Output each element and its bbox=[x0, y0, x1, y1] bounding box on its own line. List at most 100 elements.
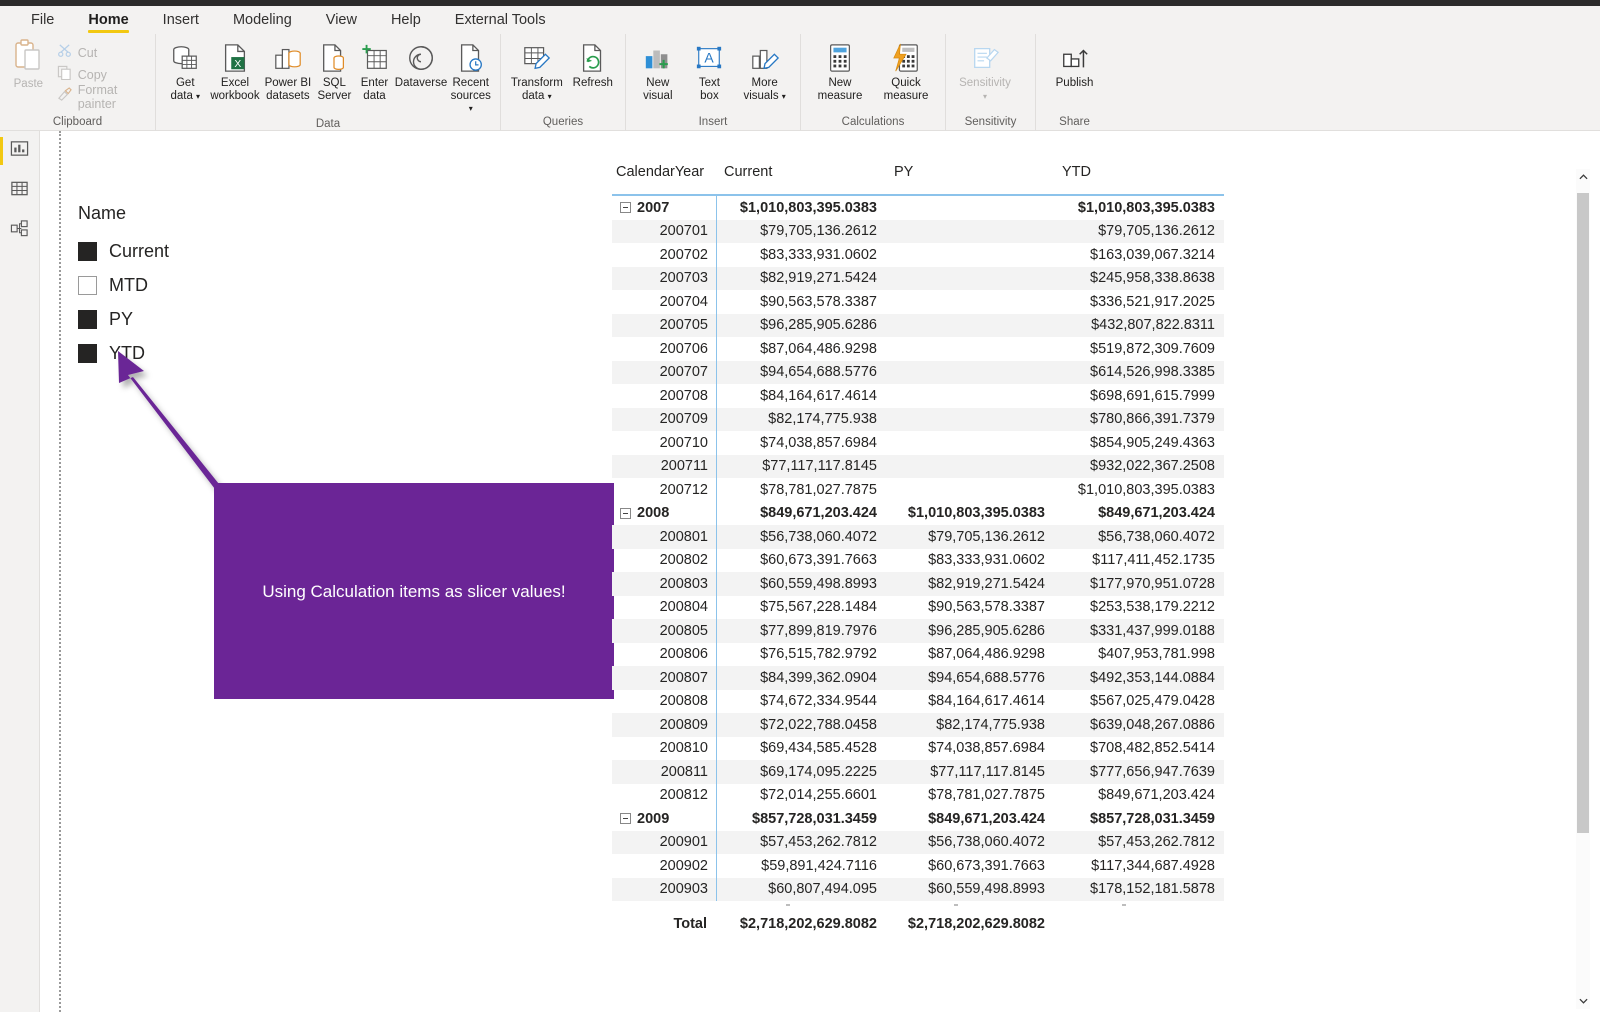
matrix-month-row[interactable]: 200808 $74,672,334.9544 $84,164,617.4614 $5… bbox=[612, 690, 1224, 714]
column-header-ytd[interactable]: YTD bbox=[1054, 160, 1224, 180]
matrix-month-row[interactable]: 200704 $90,563,578.3387 $336,521,917.2025 bbox=[612, 290, 1224, 314]
ribbon-tab-file[interactable]: File bbox=[14, 6, 71, 34]
matrix-month-row[interactable]: 200812 $72,014,255.6601 $78,781,027.7875 $8… bbox=[612, 784, 1224, 808]
ribbon-group-label-share: Share bbox=[1059, 116, 1090, 128]
slicer-checkbox-ytd[interactable] bbox=[78, 343, 97, 363]
sensitivity-button[interactable]: Sensitivity ▾ bbox=[952, 39, 1018, 105]
dataverse-button[interactable]: Dataverse bbox=[395, 39, 448, 92]
recent-sources-icon bbox=[457, 41, 485, 75]
collapse-minus-icon[interactable] bbox=[620, 202, 631, 214]
matrix-month-row[interactable]: 200801 $56,738,060.4072 $79,705,136.2612 $5… bbox=[612, 525, 1224, 549]
matrix-month-row[interactable]: 200701 $79,705,136.2612 $79,705,136.2612 bbox=[612, 219, 1224, 243]
quick-measure-button[interactable]: Quick measure bbox=[873, 39, 939, 104]
matrix-month-row[interactable]: 200805 $77,899,819.7976 $96,285,905.6286 $3… bbox=[612, 619, 1224, 643]
slicer-checkbox-mtd[interactable] bbox=[78, 275, 97, 295]
matrix-month-row[interactable]: 200902 $59,891,424.7116 $60,673,391.7663 $1… bbox=[612, 854, 1224, 878]
column-header-calendaryear[interactable]: CalendarYear bbox=[612, 160, 716, 180]
ribbon-tab-external-tools[interactable]: External Tools bbox=[438, 6, 563, 34]
matrix-month-row[interactable]: 200804 $75,567,228.1484 $90,563,578.3387 $2… bbox=[612, 596, 1224, 620]
sidebar-item-report-view[interactable] bbox=[0, 131, 39, 171]
format-painter-button[interactable]: Format painter bbox=[51, 83, 149, 111]
matrix-month-row[interactable]: 200710 $74,038,857.6984 $854,905,249.4363 bbox=[612, 431, 1224, 455]
matrix-year-row[interactable]: 2007 $1,010,803,395.0383 $1,010,803,395.03… bbox=[612, 196, 1224, 220]
refresh-label: Refresh bbox=[572, 77, 613, 89]
transform-data-icon bbox=[522, 41, 552, 75]
cell-current: $72,022,788.0458 bbox=[760, 716, 877, 733]
matrix-month-row[interactable]: 200903 $60,807,494.095 $60,559,498.8993 $17… bbox=[612, 877, 1224, 901]
matrix-month-row[interactable]: 200702 $83,333,931.0602 $163,039,067.3214 bbox=[612, 243, 1224, 267]
get-data-button[interactable]: Get data ▾ bbox=[162, 39, 209, 105]
matrix-year-row[interactable]: 2009 $857,728,031.3459 $849,671,203.424 $85… bbox=[612, 807, 1224, 831]
matrix-month-row[interactable]: 200705 $96,285,905.6286 $432,807,822.8311 bbox=[612, 313, 1224, 337]
sql-server-button[interactable]: SQL Server bbox=[314, 39, 354, 104]
ribbon-tab-view[interactable]: View bbox=[309, 6, 374, 34]
transform-data-button[interactable]: Transform data ▾ bbox=[507, 39, 567, 105]
recent-sources-button[interactable]: Recent sources ▾ bbox=[447, 39, 494, 118]
publish-icon bbox=[1060, 41, 1090, 75]
matrix-month-row[interactable]: 200703 $82,919,271.5424 $245,958,338.8638 bbox=[612, 266, 1224, 290]
slicer-item-ytd[interactable]: YTD bbox=[78, 336, 338, 370]
ribbon-tab-help[interactable]: Help bbox=[374, 6, 438, 34]
chevron-down-icon: ▾ bbox=[781, 91, 786, 101]
sidebar-item-model-view[interactable] bbox=[0, 211, 39, 251]
excel-workbook-button[interactable]: X Excel workbook bbox=[209, 39, 262, 104]
matrix-month-row[interactable]: 200708 $84,164,617.4614 $698,691,615.7999 bbox=[612, 384, 1224, 408]
ribbon-group-calculations: New measure Quick measure Calculations bbox=[800, 34, 945, 131]
matrix-month-row[interactable]: 200803 $60,559,498.8993 $82,919,271.5424 $1… bbox=[612, 572, 1224, 596]
new-visual-button[interactable]: New visual bbox=[632, 39, 684, 104]
slicer-checkbox-py[interactable] bbox=[78, 309, 97, 329]
matrix-year-row[interactable]: 2008 $849,671,203.424 $1,010,803,395.0383 $… bbox=[612, 502, 1224, 526]
matrix-month-row[interactable]: 200807 $84,399,362.0904 $94,654,688.5776 $4… bbox=[612, 666, 1224, 690]
cell-current: $82,919,271.5424 bbox=[760, 270, 877, 287]
slicer-checkbox-current[interactable] bbox=[78, 241, 97, 261]
slicer-item-mtd[interactable]: MTD bbox=[78, 268, 338, 302]
cell-ytd: $567,025,479.0428 bbox=[1090, 693, 1215, 710]
scrollbar-thumb[interactable] bbox=[1577, 193, 1589, 833]
column-header-current[interactable]: Current bbox=[716, 160, 886, 180]
cell-calendaryear: 200806 bbox=[612, 646, 716, 662]
enter-data-button[interactable]: Enter data bbox=[354, 39, 394, 104]
paste-button[interactable]: Paste bbox=[6, 38, 51, 108]
month-label: 200702 bbox=[659, 246, 708, 263]
scrollbar-track[interactable] bbox=[1576, 185, 1590, 993]
matrix-month-row[interactable]: 200707 $94,654,688.5776 $614,526,998.3385 bbox=[612, 360, 1224, 384]
more-visuals-button[interactable]: More visuals ▾ bbox=[735, 39, 794, 105]
sidebar-item-data-view[interactable] bbox=[0, 171, 39, 211]
month-label: 200811 bbox=[660, 763, 708, 780]
cut-button[interactable]: Cut bbox=[51, 42, 149, 64]
excel-workbook-icon: X bbox=[221, 41, 249, 75]
matrix-month-row[interactable]: 200802 $60,673,391.7663 $83,333,931.0602 $1… bbox=[612, 549, 1224, 573]
collapse-minus-icon[interactable] bbox=[620, 813, 631, 825]
ribbon-tab-insert[interactable]: Insert bbox=[146, 6, 216, 34]
new-measure-button[interactable]: New measure bbox=[807, 39, 873, 104]
cell-calendaryear: 200712 bbox=[612, 482, 716, 498]
powerbi-datasets-button[interactable]: Power BI datasets bbox=[261, 39, 314, 104]
scroll-down-button[interactable] bbox=[1576, 993, 1590, 1009]
copy-icon bbox=[57, 65, 72, 85]
matrix-month-row[interactable]: 200809 $72,022,788.0458 $82,174,775.938 $63… bbox=[612, 713, 1224, 737]
matrix-month-row[interactable]: 200810 $69,434,585.4528 $74,038,857.6984 $7… bbox=[612, 737, 1224, 761]
slicer-item-py[interactable]: PY bbox=[78, 302, 338, 336]
matrix-month-row[interactable]: 200711 $77,117,117.8145 $932,022,367.2508 bbox=[612, 454, 1224, 478]
text-box-button[interactable]: A Text box bbox=[684, 39, 736, 104]
matrix-month-row[interactable]: 200806 $76,515,782.9792 $87,064,486.9298 $4… bbox=[612, 643, 1224, 667]
more-visuals-label-2: visuals bbox=[743, 89, 779, 102]
matrix-month-row[interactable]: 200709 $82,174,775.938 $780,866,391.7379 bbox=[612, 407, 1224, 431]
cell-py: $84,164,617.4614 bbox=[928, 693, 1045, 710]
refresh-button[interactable]: Refresh bbox=[567, 39, 619, 92]
matrix-month-row[interactable]: 200811 $69,174,095.2225 $77,117,117.8145 $7… bbox=[612, 760, 1224, 784]
cell-calendaryear: 200711 bbox=[612, 458, 716, 474]
slicer-item-current[interactable]: Current bbox=[78, 234, 338, 268]
total-current: $2,718,202,629.8082 bbox=[739, 916, 877, 932]
column-header-py[interactable]: PY bbox=[886, 160, 1054, 180]
collapse-minus-icon[interactable] bbox=[620, 507, 631, 519]
cell-calendaryear: 2009 bbox=[612, 811, 716, 827]
publish-button[interactable]: Publish bbox=[1042, 39, 1107, 92]
canvas-vertical-scrollbar[interactable] bbox=[1576, 169, 1590, 1009]
matrix-month-row[interactable]: 200712 $78,781,027.7875 $1,010,803,395.038… bbox=[612, 478, 1224, 502]
ribbon-tab-home[interactable]: Home bbox=[71, 6, 145, 34]
ribbon-tab-modeling[interactable]: Modeling bbox=[216, 6, 309, 34]
matrix-month-row[interactable]: 200901 $57,453,262.7812 $56,738,060.4072 $5… bbox=[612, 830, 1224, 854]
scroll-up-button[interactable] bbox=[1576, 169, 1590, 185]
matrix-month-row[interactable]: 200706 $87,064,486.9298 $519,872,309.7609 bbox=[612, 337, 1224, 361]
